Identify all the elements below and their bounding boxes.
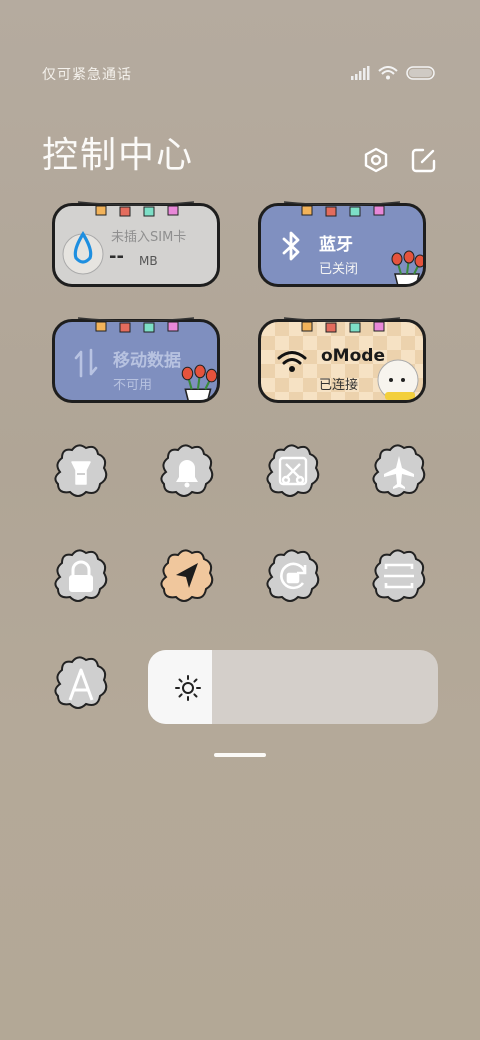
signal-icon xyxy=(351,66,370,80)
data-usage-icon xyxy=(62,230,104,275)
sim-status: 未插入SIM卡 xyxy=(111,230,187,245)
tulip-pot-decoration xyxy=(181,364,217,400)
location-toggle[interactable] xyxy=(156,547,218,605)
wifi-status: 已连接 xyxy=(319,378,359,393)
flashlight-toggle[interactable] xyxy=(50,442,112,500)
wifi-icon xyxy=(277,351,307,372)
mobile-data-label: 移动数据 xyxy=(113,351,181,371)
screen-cast-toggle[interactable] xyxy=(368,547,430,605)
garland-decoration xyxy=(77,201,195,217)
mobile-data-status: 不可用 xyxy=(113,378,153,393)
data-usage-value: -- xyxy=(109,246,124,267)
data-usage-unit: MB xyxy=(139,254,158,268)
wifi-icon xyxy=(378,66,398,80)
drag-handle[interactable] xyxy=(214,753,266,757)
battery-icon xyxy=(406,66,435,80)
silent-toggle[interactable] xyxy=(156,442,218,500)
tulip-pot-decoration xyxy=(391,250,423,284)
lock-screen-toggle[interactable] xyxy=(50,547,112,605)
sun-icon xyxy=(175,675,201,701)
screenshot-toggle[interactable] xyxy=(262,442,324,500)
bluetooth-status: 已关闭 xyxy=(319,262,359,277)
status-icons xyxy=(350,66,436,80)
garland-decoration xyxy=(283,201,401,217)
edit-icon[interactable] xyxy=(410,146,438,174)
page-title: 控制中心 xyxy=(42,135,195,176)
bluetooth-label: 蓝牙 xyxy=(319,235,353,255)
bluetooth-icon xyxy=(282,231,300,261)
mobile-data-icon xyxy=(74,348,98,378)
garland-decoration xyxy=(283,317,401,333)
sheep-decoration xyxy=(377,359,419,400)
airplane-toggle[interactable] xyxy=(368,442,430,500)
rotation-lock-toggle[interactable] xyxy=(262,547,324,605)
auto-brightness-toggle[interactable] xyxy=(50,654,112,712)
garland-decoration xyxy=(77,317,195,333)
settings-icon[interactable] xyxy=(362,146,390,174)
brightness-slider[interactable] xyxy=(148,650,438,724)
status-carrier: 仅可紧急通话 xyxy=(42,67,132,83)
